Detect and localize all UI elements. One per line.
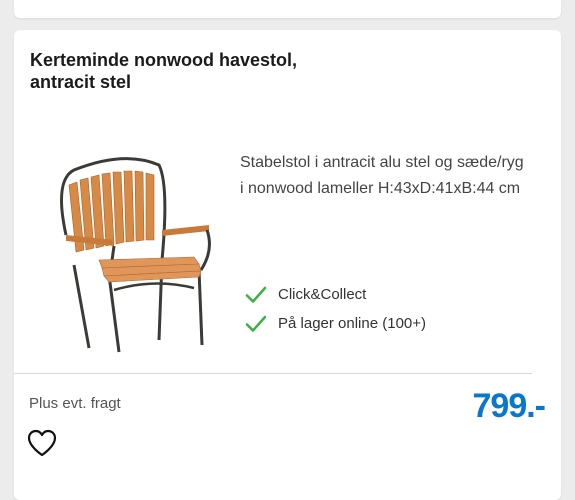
availability-click-collect: Click&Collect	[244, 280, 426, 309]
description-line-1: Stabelstol i antracit alu stel og sæde/r…	[240, 154, 524, 171]
availability-online-stock: På lager online (100+)	[244, 309, 426, 338]
product-title-line-1[interactable]: Kerteminde nonwood havestol,	[30, 49, 390, 71]
freight-note: Plus evt. fragt	[29, 395, 121, 412]
check-icon	[245, 315, 267, 332]
description-line-2: i nonwood lameller H:43xD:41xB:44 cm	[240, 180, 521, 197]
availability-list: Click&Collect På lager online (100+)	[244, 280, 426, 338]
previous-product-card	[14, 0, 561, 18]
heart-icon[interactable]	[26, 428, 58, 458]
product-card[interactable]: Kerteminde nonwood havestol, antracit st…	[14, 30, 561, 500]
product-title-line-2[interactable]: antracit stel	[30, 71, 390, 93]
price: 799.-	[472, 387, 546, 425]
divider	[14, 373, 532, 374]
check-icon	[245, 286, 267, 303]
availability-label: På lager online (100+)	[278, 315, 427, 332]
product-image[interactable]	[44, 140, 214, 355]
availability-label: Click&Collect	[278, 286, 367, 303]
product-description: Stabelstol i antracit alu stel og sæde/r…	[240, 150, 560, 202]
product-title[interactable]: Kerteminde nonwood havestol, antracit st…	[30, 49, 390, 93]
